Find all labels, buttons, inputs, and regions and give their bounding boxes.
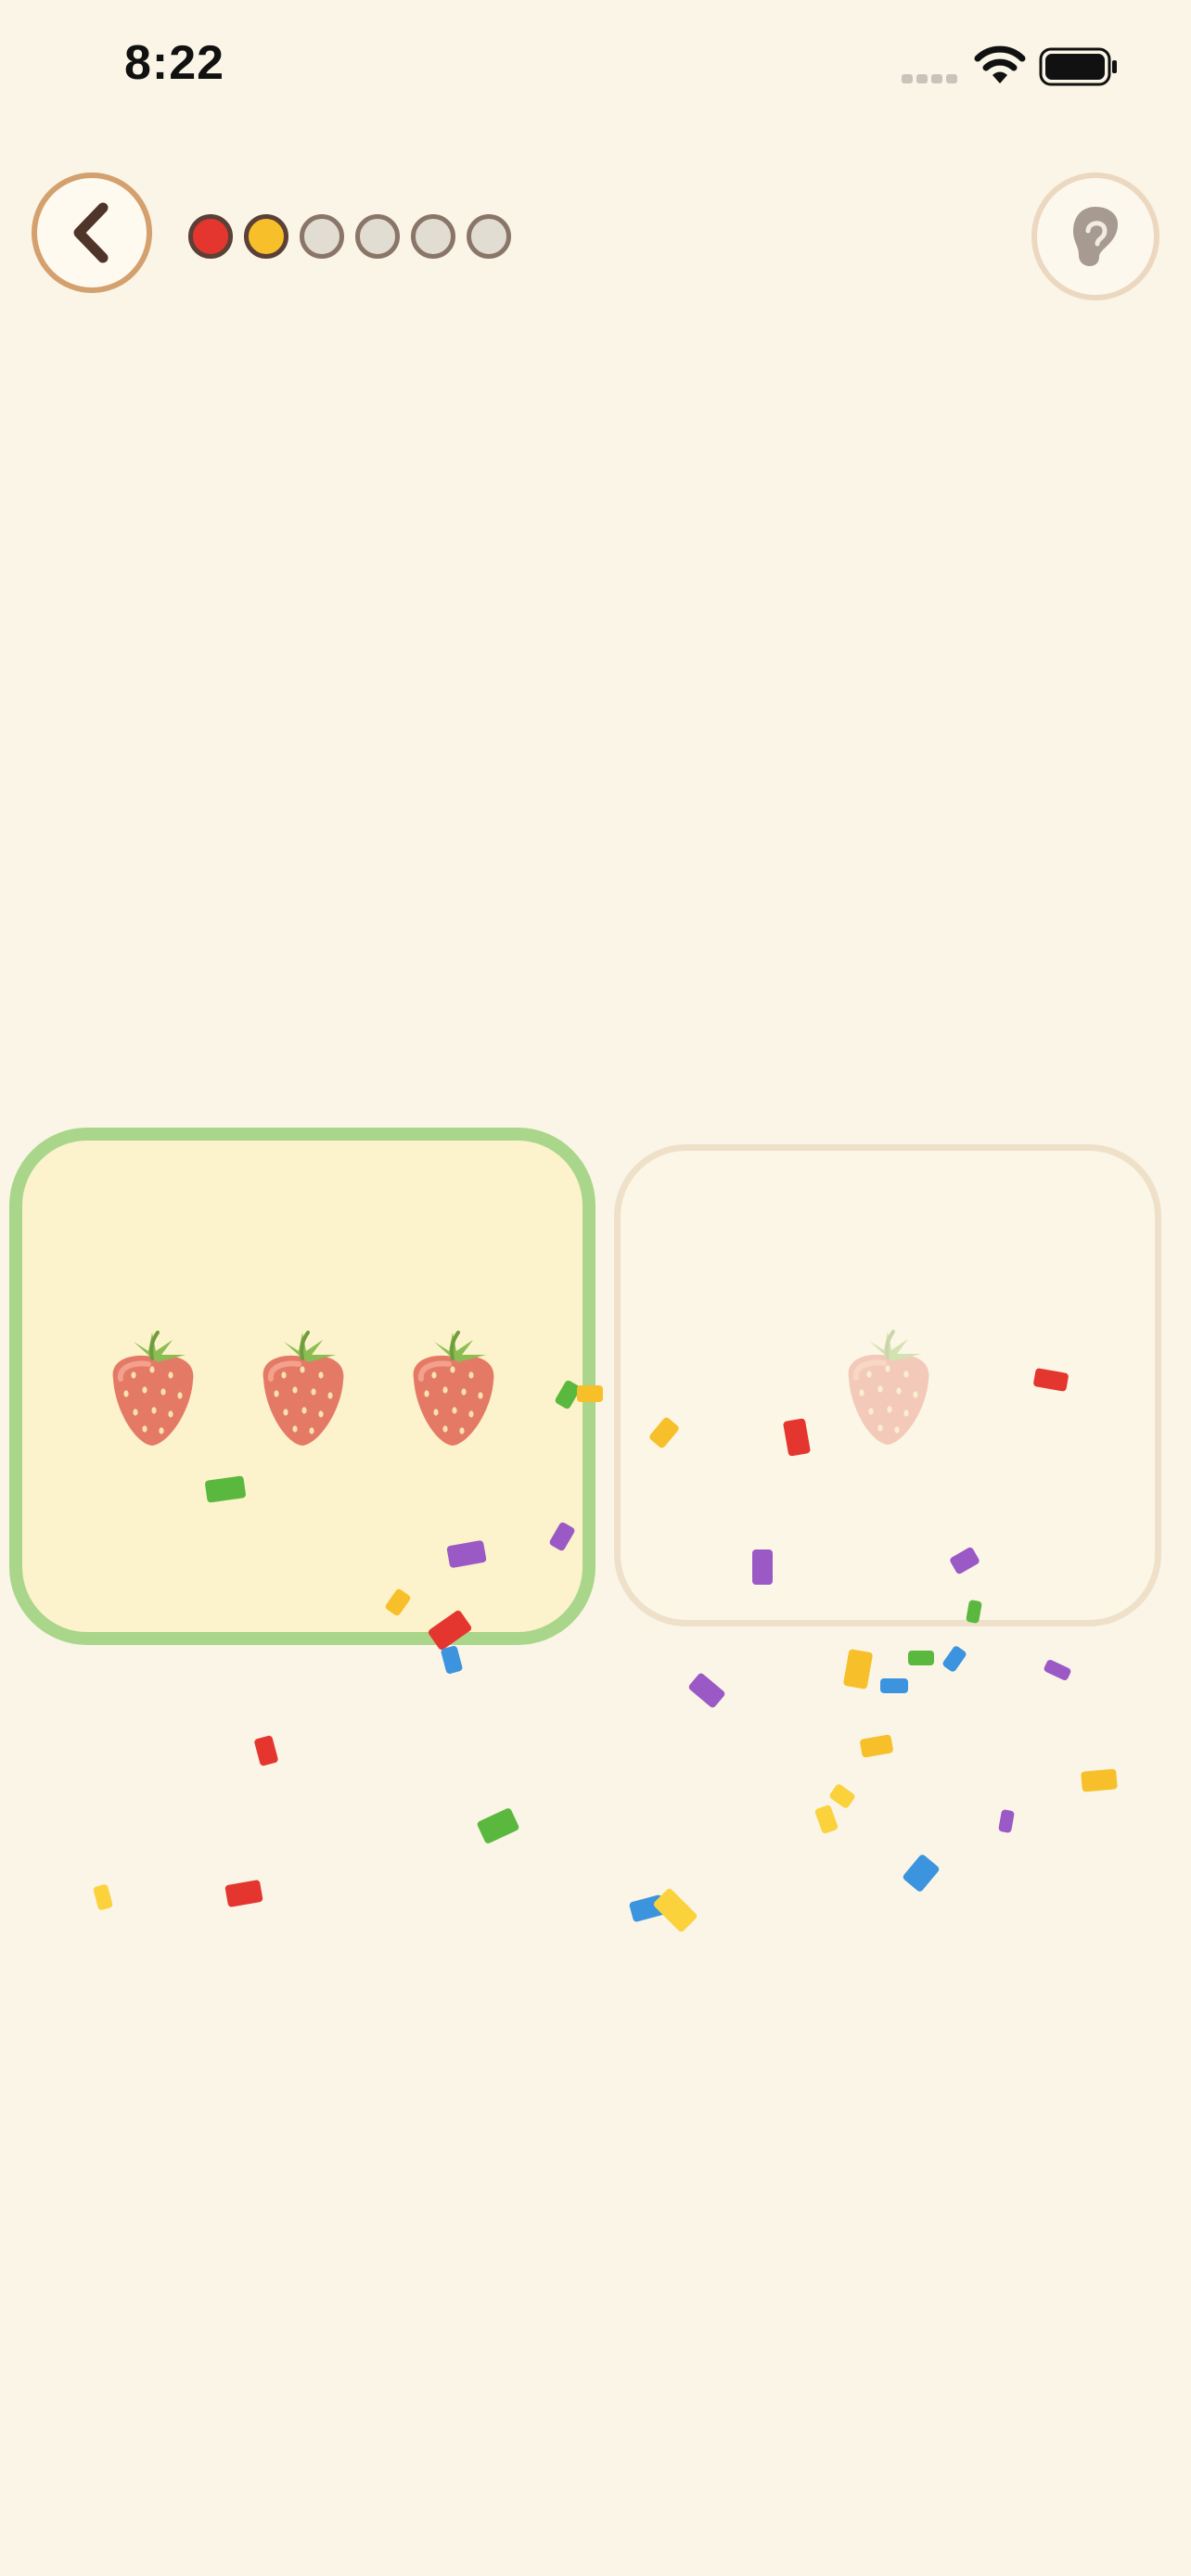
confetti-piece: [653, 1888, 698, 1932]
status-icons: [820, 0, 1191, 139]
answer-card-three[interactable]: [9, 1128, 596, 1645]
ear-icon: [1073, 207, 1118, 266]
confetti-piece: [477, 1808, 519, 1843]
confetti-piece: [1081, 1768, 1118, 1792]
progress-dot-5: [411, 214, 455, 259]
confetti-piece: [629, 1894, 666, 1922]
confetti-piece: [903, 1855, 940, 1892]
listen-button[interactable]: [1031, 172, 1159, 300]
progress-indicator: [188, 214, 511, 259]
strawberry-icon: [263, 1331, 344, 1446]
confetti-piece: [908, 1651, 934, 1665]
confetti-piece: [1044, 1660, 1071, 1680]
strawberry-icon: [413, 1331, 494, 1446]
confetti-piece: [814, 1804, 839, 1834]
confetti-piece: [860, 1734, 893, 1758]
confetti-piece: [880, 1678, 908, 1693]
progress-dot-1: [188, 214, 233, 259]
strawberry-icon: [112, 1331, 194, 1446]
progress-dot-4: [355, 214, 400, 259]
wifi-icon: [974, 45, 1026, 83]
cellular-signal-icon: [902, 74, 957, 83]
progress-dot-6: [467, 214, 511, 259]
confetti-piece: [254, 1735, 278, 1766]
status-time: 8:22: [124, 36, 225, 90]
progress-dot-3: [300, 214, 344, 259]
confetti-piece: [942, 1646, 967, 1672]
progress-dot-2: [244, 214, 288, 259]
answer-card-one[interactable]: [614, 1144, 1161, 1626]
confetti-piece: [441, 1646, 463, 1674]
battery-icon: [1039, 47, 1117, 86]
confetti-piece: [829, 1784, 855, 1808]
confetti-piece: [688, 1673, 725, 1708]
back-button[interactable]: [32, 172, 152, 293]
confetti-piece: [93, 1884, 113, 1910]
confetti-piece: [224, 1880, 263, 1907]
confetti-piece: [843, 1649, 873, 1690]
chevron-left-icon: [73, 202, 109, 263]
strawberry-icon: [848, 1330, 929, 1445]
confetti-piece: [998, 1809, 1015, 1833]
